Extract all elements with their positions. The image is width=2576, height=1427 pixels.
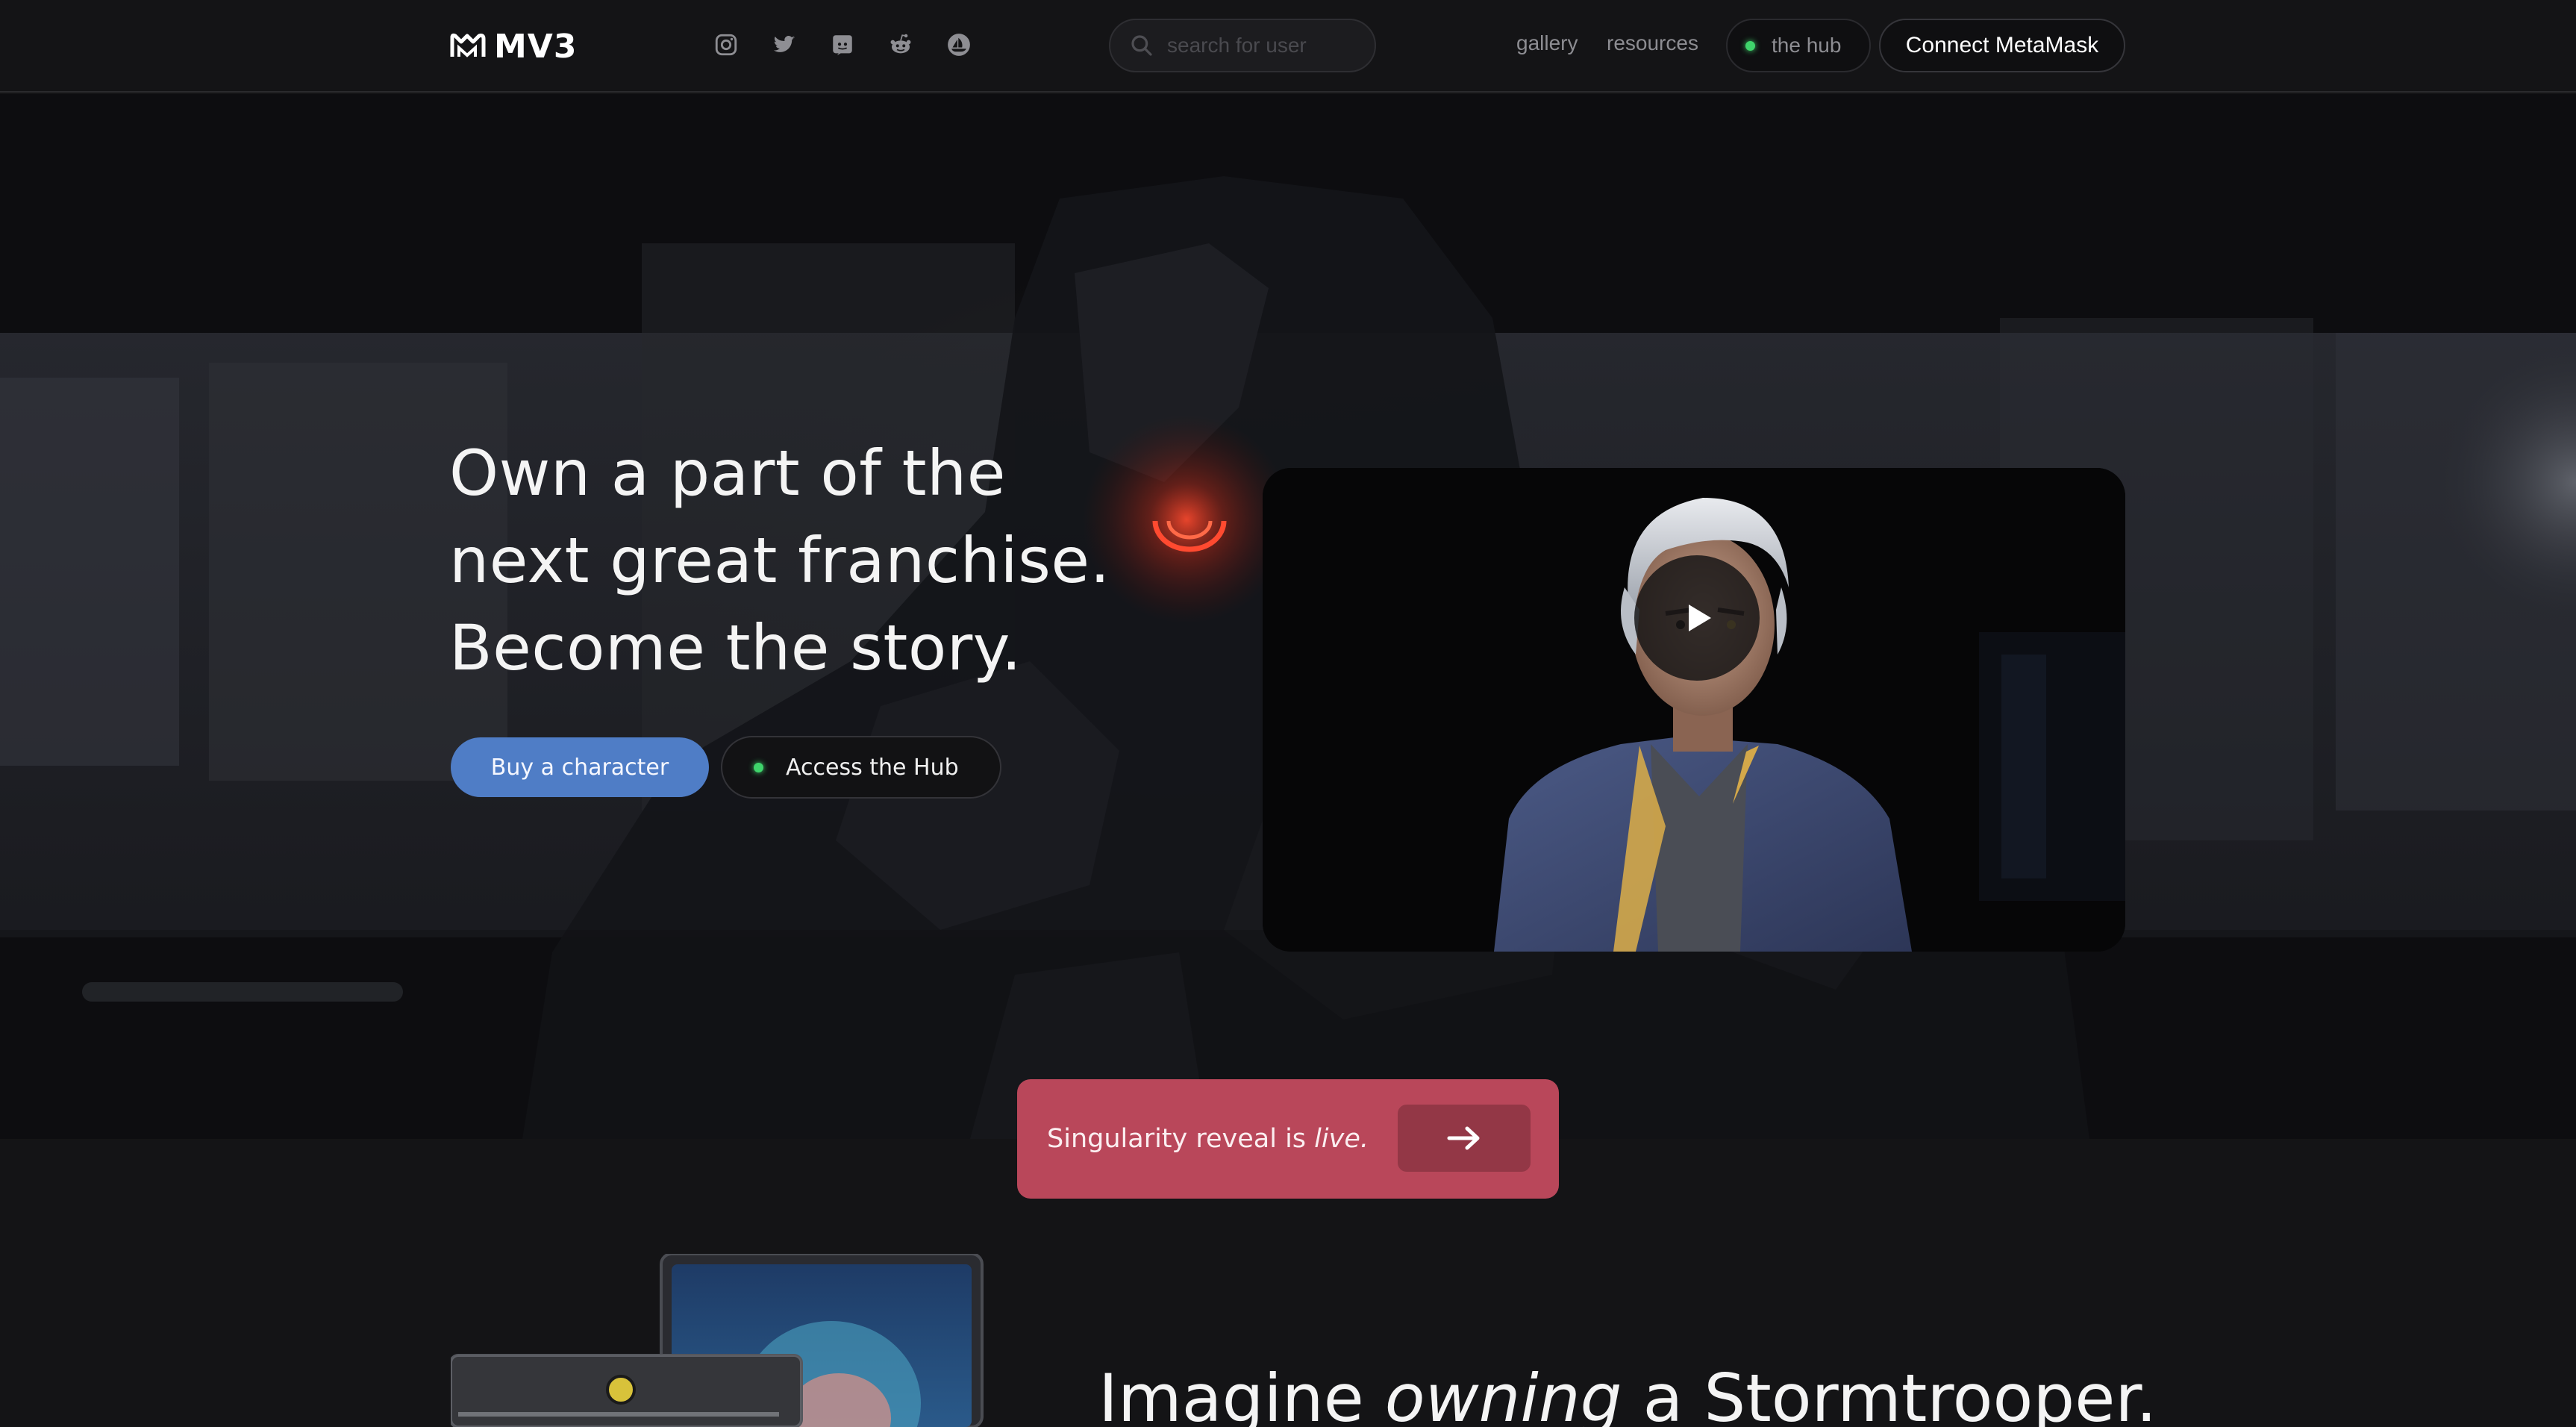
feature-heading-pre: Imagine [1098,1360,1385,1427]
arrow-right-icon [1447,1126,1480,1150]
status-dot-icon [1745,40,1755,51]
discord-icon[interactable] [829,30,856,60]
mv3-logo-icon [450,33,486,57]
headline-line: Own a part of the [449,437,1006,510]
logo[interactable]: MV3 [449,27,577,66]
search-box[interactable] [1109,19,1376,72]
character-cards-image [451,1254,984,1427]
access-hub-label: Access the Hub [786,754,959,781]
headline-line: Become the story. [449,611,1022,684]
video-thumbnail-image [1263,468,2125,952]
nav-link-resources[interactable]: resources [1607,31,1698,55]
banner-text: Singularity reveal is live. [1047,1124,1369,1154]
banner-text-emphasis: live. [1314,1124,1369,1154]
twitter-icon[interactable] [771,30,798,60]
search-icon [1131,35,1152,56]
play-icon [1689,605,1711,631]
nav-link-gallery[interactable]: gallery [1516,31,1578,55]
buy-character-button[interactable]: Buy a character [451,737,709,797]
access-hub-button[interactable]: Access the Hub [721,736,1001,799]
reddit-icon[interactable] [887,30,914,60]
announcement-banner[interactable]: Singularity reveal is live. [1017,1079,1559,1199]
play-button[interactable] [1634,555,1760,681]
nav-hub-label: the hub [1772,34,1842,57]
hero-section: Own a part of the next great franchise. … [0,94,2576,1139]
search-input[interactable] [1167,34,1354,57]
hero-headline: Own a part of the next great franchise. … [449,430,1166,692]
status-dot-icon [754,762,763,772]
nav-link-hub[interactable]: the hub [1726,19,1871,72]
banner-text-main: Singularity reveal is [1047,1124,1315,1154]
headline-line: next great franchise. [449,524,1110,597]
feature-heading: Imagine owning a Stormtrooper. [1098,1360,2157,1427]
social-links [713,30,972,60]
video-player[interactable] [1263,468,2125,952]
logo-text: MV3 [494,27,578,66]
instagram-icon[interactable] [713,30,740,60]
feature-heading-emphasis: owning [1384,1360,1622,1427]
banner-arrow-button[interactable] [1398,1105,1531,1172]
feature-heading-post: a Stormtrooper. [1622,1360,2157,1427]
top-nav: MV3 gallery resources the hub Connect Me… [0,0,2576,93]
connect-metamask-button[interactable]: Connect MetaMask [1879,19,2125,72]
opensea-icon[interactable] [945,30,972,60]
